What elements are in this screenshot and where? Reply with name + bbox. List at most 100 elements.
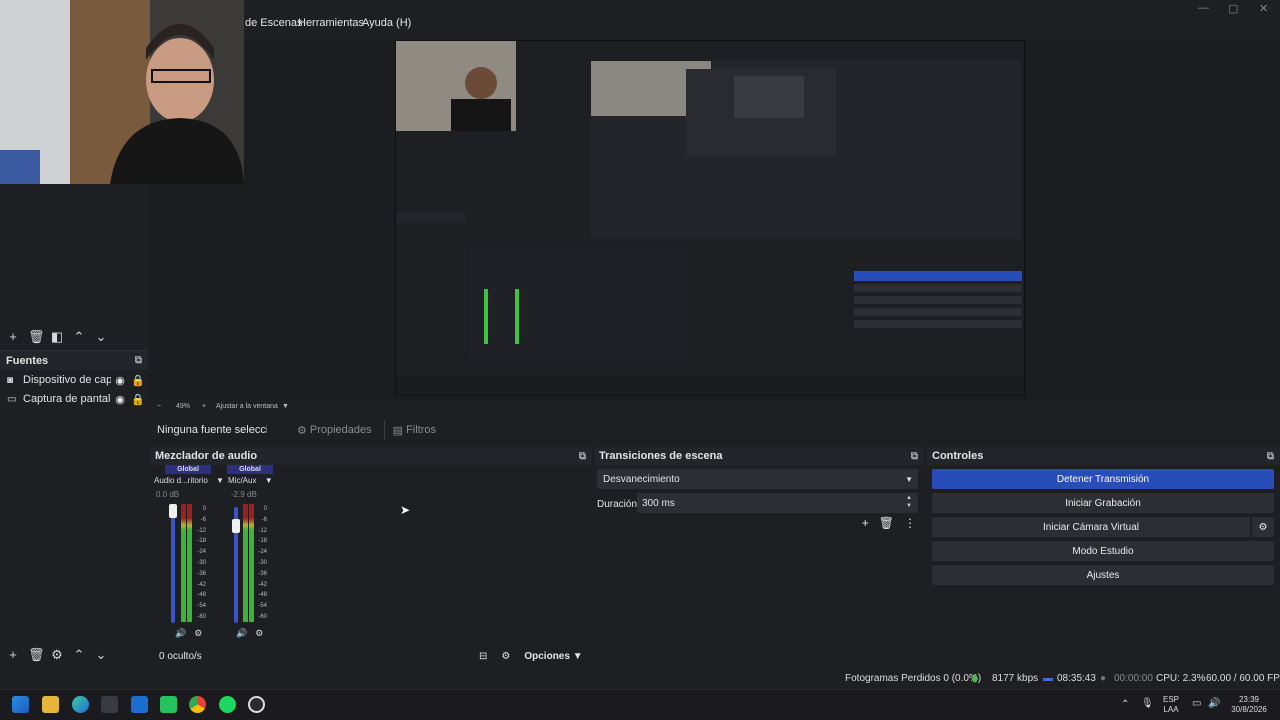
sources-toolbar: + 🗑 ⚙ ⌃ ⌄ [0,644,108,666]
minimize-icon[interactable]: — [1198,2,1209,14]
gear-icon[interactable]: ⚙ [194,628,202,639]
float-dock-icon[interactable]: ⧉ [1267,451,1274,462]
lock-icon[interactable]: 🔒 [129,374,147,387]
chevron-down-icon: ▼ [905,474,913,484]
gear-icon[interactable]: ⚙ [255,628,263,639]
sources-dock: Fuentes ⧉ ◙ Dispositivo de captura ◉ 🔒 ▭… [0,350,148,666]
divider [383,420,385,440]
trash-icon[interactable]: 🗑 [879,516,894,530]
clock[interactable]: 23:39 30/8/2026 [1226,695,1272,715]
start-recording-button[interactable]: Iniciar Grabación [932,493,1274,513]
menu-help[interactable]: Ayuda (H) [362,17,411,29]
filters-button[interactable]: ▤ Filtros [393,424,436,437]
settings-button[interactable]: Ajustes [932,565,1274,585]
stream-icon: ▬ [1043,673,1053,684]
obs-icon[interactable] [248,696,265,713]
meter-tick-label: -18 [258,538,267,545]
float-dock-icon[interactable]: ⧉ [579,451,586,462]
audio-mixer-title: Mezclador de audio [155,450,258,462]
layout-icon[interactable]: ⊟ [479,651,487,662]
filter-icon[interactable]: ◧ [50,330,64,344]
meter-tick-label: 0 [202,506,206,512]
virtual-camera-settings-icon[interactable]: ⚙ [1252,517,1274,537]
start-virtual-camera-button[interactable]: Iniciar Cámara Virtual [932,517,1250,537]
more-vertical-icon[interactable]: ⋮ [904,516,916,530]
options-button[interactable]: Opciones ▼ [524,651,582,662]
language-indicator[interactable]: ESP LAA [1163,695,1179,715]
mixer-settings-icon[interactable]: ⚙ [501,651,510,662]
add-icon[interactable]: + [862,516,869,530]
float-dock-icon[interactable]: ⧉ [135,355,142,366]
studio-mode-button[interactable]: Modo Estudio [932,541,1274,561]
record-time: 00:00:00 [1114,673,1153,684]
chevron-up-icon[interactable]: ⌃ [1121,700,1129,710]
bitrate: 8177 kbps [992,673,1039,684]
spotify-icon[interactable] [219,696,236,713]
trash-icon[interactable]: 🗑 [28,330,45,344]
store-icon[interactable] [101,696,118,713]
zoom-fit-select[interactable]: Ajustar a la ventana [216,403,278,410]
clock-time: 23:39 [1238,695,1260,704]
chevron-down-icon[interactable]: ⌄ [94,648,108,662]
eye-icon[interactable]: ◉ [111,374,129,387]
file-explorer-icon[interactable] [42,696,59,713]
chevron-down-icon[interactable]: ▼ [282,403,289,410]
spinner-icon[interactable]: ▲ ▼ [906,494,912,510]
microphone-icon[interactable]: 🎙 [1141,699,1154,709]
add-icon[interactable]: + [6,330,20,344]
trash-icon[interactable]: 🗑 [28,648,45,662]
menu-scenes[interactable]: de Escenas [245,17,302,29]
taskbar: ⌃ 🎙 ESP LAA ▭ 🔊 23:39 30/8/2026 [0,689,1280,720]
close-icon[interactable]: ✕ [1259,2,1268,15]
maximize-icon[interactable]: ▢ [1228,2,1238,15]
volume-slider[interactable] [171,507,175,623]
audio-mixer-dock: Mezclador de audio ⧉ Global Audio d...ri… [150,447,592,667]
status-bar: Fotogramas Perdidos 0 (0.0%) ▮ 8177 kbps… [0,668,1280,688]
preview-canvas[interactable] [395,40,1025,396]
speaker-icon[interactable]: 🔊 [175,628,186,639]
chevron-up-icon[interactable]: ⌃ [72,648,86,662]
zoom-out-icon[interactable]: − [157,403,161,410]
gear-icon[interactable]: ⚙ [50,648,64,662]
volume-icon[interactable]: 🔊 [1208,699,1220,709]
lock-icon[interactable]: 🔒 [129,393,147,406]
properties-button[interactable]: ⚙ Propiedades [297,424,372,437]
chevron-up-icon[interactable]: ⌃ [72,330,86,344]
eye-icon[interactable]: ◉ [111,393,129,406]
volume-slider-handle[interactable] [169,504,177,518]
network-icon[interactable]: ▭ [1192,699,1201,709]
add-icon[interactable]: + [6,648,20,662]
stop-stream-button[interactable]: Detener Transmisión [932,469,1274,489]
channel-name[interactable]: Audio d...ritorio ▼ [154,476,224,485]
source-item[interactable]: ◙ Dispositivo de captura ◉ 🔒 [0,370,148,390]
dropped-frames: Fotogramas Perdidos 0 (0.0%) [845,673,982,684]
source-item[interactable]: ▭ Captura de pantalla ◉ 🔒 [0,389,148,409]
edge-icon[interactable] [72,696,89,713]
channel-name[interactable]: Mic/Aux ▼ [228,476,273,485]
controls-header: Controles ⧉ [927,447,1280,465]
sources-header: Fuentes ⧉ [0,350,148,370]
chevron-down-icon[interactable]: ⌄ [94,330,108,344]
nested-screen-capture [396,41,1024,395]
transition-select[interactable]: Desvanecimiento ▼ [597,469,918,489]
duration-field[interactable]: 300 ms ▲ ▼ [637,493,918,513]
windows-start-icon[interactable] [12,696,29,713]
controls-title: Controles [932,450,984,462]
camera-icon: ◙ [7,374,14,386]
outlook-icon[interactable] [131,696,148,713]
zoom-in-icon[interactable]: + [202,403,206,410]
chevron-down-icon: ▼ [264,476,273,485]
chevron-down-icon: ▼ [216,476,224,485]
chrome-icon[interactable] [189,696,206,713]
webcam-image [0,0,244,184]
properties-label: Propiedades [309,424,372,436]
float-dock-icon[interactable]: ⧉ [911,451,918,462]
whatsapp-icon[interactable] [160,696,177,713]
fps: 60.00 / 60.00 FPS [1206,673,1280,684]
stream-time: 08:35:43 [1057,673,1096,684]
menu-tools[interactable]: Herramientas [298,17,364,29]
meter-tick-label: -54 [197,603,206,610]
speaker-icon[interactable]: 🔊 [236,628,247,639]
volume-slider-handle[interactable] [232,519,240,533]
meter-tick-label: -24 [197,549,206,556]
